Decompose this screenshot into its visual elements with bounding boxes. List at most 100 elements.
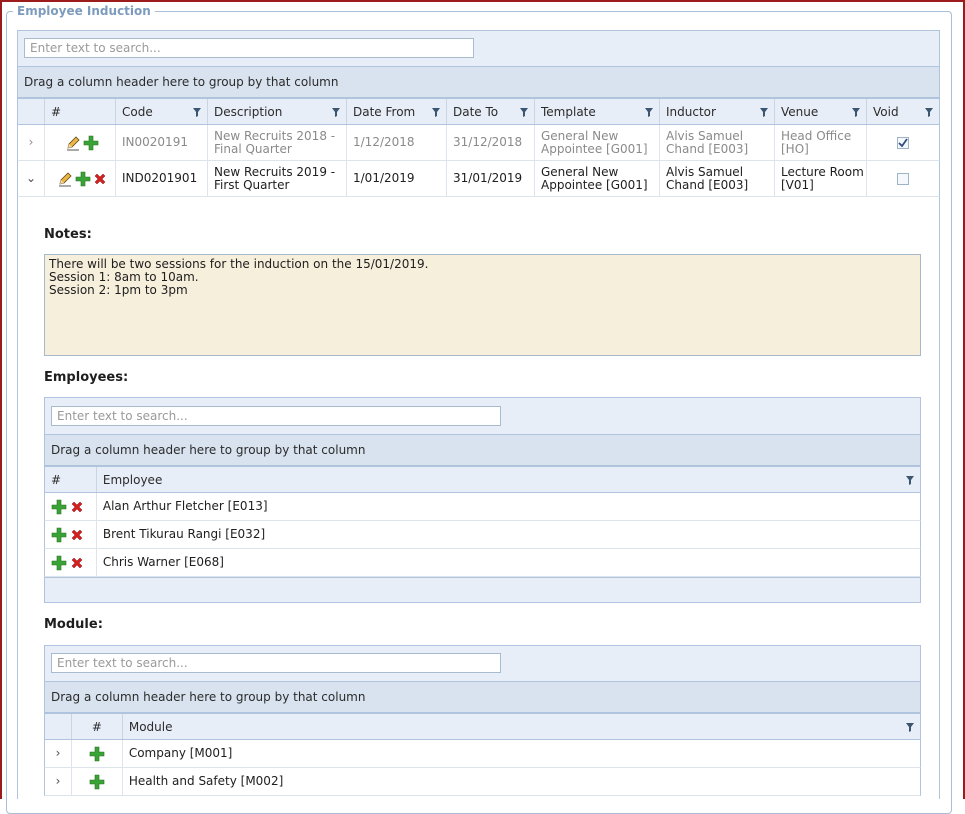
add-plus-icon[interactable] xyxy=(83,135,99,151)
cell-template: General New Appointee [G001] xyxy=(535,161,660,196)
list-item[interactable]: › Company [M001] xyxy=(44,740,921,768)
cell-date-to: 31/12/2018 xyxy=(447,125,535,160)
list-item[interactable]: Brent Tikurau Rangi [E032] xyxy=(44,521,921,549)
header-inductor-label: Inductor xyxy=(666,104,716,119)
module-header-row: # Module xyxy=(44,713,921,740)
filter-funnel-icon[interactable] xyxy=(332,107,340,117)
main-group-panel[interactable]: Drag a column header here to group by th… xyxy=(17,66,940,98)
header-template-label: Template xyxy=(541,104,596,119)
void-checkbox[interactable] xyxy=(897,172,909,185)
cell-template: General New Appointee [G001] xyxy=(535,125,660,160)
main-search-bar xyxy=(17,30,940,67)
delete-x-icon[interactable] xyxy=(93,172,107,186)
table-row[interactable]: › IN0020191 New Recruits 2018 - Final Qu… xyxy=(17,125,940,161)
edit-pencil-icon[interactable] xyxy=(57,171,73,187)
notes-label: Notes: xyxy=(44,227,92,242)
header-date-to-label: Date To xyxy=(453,104,499,119)
filter-funnel-icon[interactable] xyxy=(645,107,653,117)
cell-code: IN0020191 xyxy=(116,125,208,160)
header-template[interactable]: Template xyxy=(535,99,660,124)
list-item[interactable]: Alan Arthur Fletcher [E013] xyxy=(44,493,921,521)
header-date-from-label: Date From xyxy=(353,104,416,119)
module-search-input[interactable] xyxy=(51,653,501,673)
filter-funnel-icon[interactable] xyxy=(852,107,860,117)
notes-text: There will be two sessions for the induc… xyxy=(44,254,921,356)
filter-funnel-icon[interactable] xyxy=(520,107,528,117)
filter-funnel-icon[interactable] xyxy=(432,107,440,117)
filter-funnel-icon[interactable] xyxy=(193,107,201,117)
header-number-label: # xyxy=(51,472,62,487)
add-plus-icon[interactable] xyxy=(89,746,105,762)
header-code[interactable]: Code xyxy=(116,99,208,124)
list-item[interactable]: Chris Warner [E068] xyxy=(44,549,921,577)
cell-employee: Alan Arthur Fletcher [E013] xyxy=(102,499,268,513)
table-row[interactable]: ⌄ IND0201901 New Recruits 2019 - First Q… xyxy=(17,161,940,197)
delete-x-icon[interactable] xyxy=(70,500,84,514)
cell-code: IND0201901 xyxy=(116,161,208,196)
cell-date-from: 1/01/2019 xyxy=(347,161,447,196)
list-item[interactable]: › Health and Safety [M002] xyxy=(44,768,921,796)
cell-void xyxy=(867,161,939,196)
cell-module: Health and Safety [M002] xyxy=(128,774,284,788)
header-description[interactable]: Description xyxy=(208,99,347,124)
row-actions xyxy=(45,161,116,196)
header-module[interactable]: Module xyxy=(123,714,920,739)
module-group-panel[interactable]: Drag a column header here to group by th… xyxy=(44,681,921,713)
collapse-chevron-icon[interactable]: ⌄ xyxy=(18,161,45,196)
header-number: # xyxy=(72,714,123,739)
row-actions xyxy=(72,768,123,795)
header-number: # xyxy=(45,99,116,124)
header-description-label: Description xyxy=(214,104,283,119)
employees-group-panel[interactable]: Drag a column header here to group by th… xyxy=(44,434,921,466)
delete-x-icon[interactable] xyxy=(70,528,84,542)
cell-date-from: 1/12/2018 xyxy=(347,125,447,160)
cell-inductor: Alvis Samuel Chand [E003] xyxy=(660,125,775,160)
header-number-label: # xyxy=(91,719,102,734)
cell-employee: Chris Warner [E068] xyxy=(102,555,224,569)
cell-inductor: Alvis Samuel Chand [E003] xyxy=(660,161,775,196)
module-label: Module: xyxy=(44,617,103,632)
header-void[interactable]: Void xyxy=(867,99,939,124)
expand-chevron-icon[interactable]: › xyxy=(45,740,72,767)
row-actions xyxy=(45,521,97,548)
add-plus-icon[interactable] xyxy=(51,555,67,571)
filter-funnel-icon[interactable] xyxy=(760,107,768,117)
cell-description: New Recruits 2018 - Final Quarter xyxy=(208,125,347,160)
header-expand xyxy=(18,99,45,124)
add-plus-icon[interactable] xyxy=(51,527,67,543)
filter-funnel-icon[interactable] xyxy=(906,475,914,485)
delete-x-icon[interactable] xyxy=(70,556,84,570)
row-actions xyxy=(45,549,97,576)
employees-footer xyxy=(44,577,921,603)
void-checkbox[interactable] xyxy=(897,136,909,149)
edit-pencil-icon[interactable] xyxy=(65,135,81,151)
checkbox-checked-icon xyxy=(898,137,908,147)
cell-module: Company [M001] xyxy=(128,746,233,760)
row-actions xyxy=(45,493,97,520)
expand-chevron-icon[interactable]: › xyxy=(45,768,72,795)
add-plus-icon[interactable] xyxy=(75,171,91,187)
add-plus-icon[interactable] xyxy=(89,774,105,790)
cell-void xyxy=(867,125,939,160)
main-search-input[interactable] xyxy=(24,38,474,58)
filter-funnel-icon[interactable] xyxy=(925,107,933,117)
cell-description: New Recruits 2019 - First Quarter xyxy=(208,161,347,196)
header-venue[interactable]: Venue xyxy=(775,99,867,124)
header-number-label: # xyxy=(51,104,62,119)
employees-search-input[interactable] xyxy=(51,406,501,426)
header-inductor[interactable]: Inductor xyxy=(660,99,775,124)
cell-venue: Head Office [HO] xyxy=(775,125,867,160)
row-actions xyxy=(72,740,123,767)
header-employee[interactable]: Employee xyxy=(97,467,920,492)
expand-chevron-icon[interactable]: › xyxy=(18,125,45,160)
header-date-to[interactable]: Date To xyxy=(447,99,535,124)
header-void-label: Void xyxy=(873,104,899,119)
main-header-row: # Code Description Date From Date To Tem… xyxy=(17,98,940,125)
header-date-from[interactable]: Date From xyxy=(347,99,447,124)
header-module-label: Module xyxy=(128,719,173,734)
header-code-label: Code xyxy=(122,104,153,119)
filter-funnel-icon[interactable] xyxy=(906,722,914,732)
employees-search-bar xyxy=(44,397,921,435)
add-plus-icon[interactable] xyxy=(51,499,67,515)
cell-date-to: 31/01/2019 xyxy=(447,161,535,196)
